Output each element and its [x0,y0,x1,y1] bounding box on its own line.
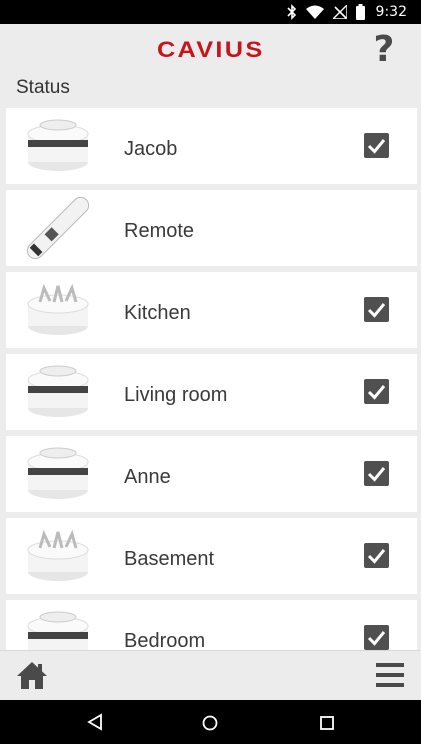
device-row[interactable]: Kitchen [6,272,417,348]
device-checkbox[interactable] [364,461,389,486]
device-name: Jacob [124,138,178,160]
battery-icon [355,4,365,20]
bottom-nav [0,650,421,700]
device-name: Anne [124,466,171,488]
device-checkbox[interactable] [364,379,389,404]
device-checkbox[interactable] [364,543,389,568]
hamburger-menu-icon[interactable] [376,662,404,688]
smoke-detector-icon [27,611,89,650]
device-name: Bedroom [124,630,206,650]
app-header: CAVIUS ? [0,24,421,76]
device-row[interactable]: Anne [6,436,417,512]
recents-icon[interactable] [320,716,334,730]
smoke-detector-icon [27,365,89,417]
device-name: Living room [124,384,228,406]
heat-detector-icon [27,283,89,335]
status-bar: 9:32 [0,0,421,24]
system-nav-bar [0,700,421,744]
clock: 9:32 [375,4,407,20]
device-row[interactable]: Jacob [6,108,417,184]
device-row[interactable]: Basement [6,518,417,594]
device-list[interactable]: Jacob Remote Kitchen Living room Anne Ba… [0,108,421,650]
device-checkbox[interactable] [364,133,389,158]
home-circle-icon[interactable] [202,715,218,731]
device-checkbox[interactable] [364,297,389,322]
device-row[interactable]: Living room [6,354,417,430]
remote-icon [26,196,90,260]
device-row[interactable]: Bedroom [6,600,417,650]
help-button[interactable]: ? [367,30,401,70]
cavius-logo: CAVIUS [156,37,265,62]
device-name: Remote [124,220,195,242]
back-icon[interactable] [86,713,104,731]
device-name: Kitchen [124,302,191,324]
smoke-detector-icon [27,447,89,499]
device-checkbox[interactable] [364,625,389,650]
section-title: Status [16,77,70,98]
device-row[interactable]: Remote [6,190,417,266]
home-icon[interactable] [16,660,48,690]
bluetooth-icon [286,4,297,20]
smoke-detector-icon [27,119,89,171]
wifi-icon [305,5,324,19]
device-name: Basement [124,548,215,570]
no-signal-icon [332,5,347,19]
heat-detector-icon [27,529,89,581]
